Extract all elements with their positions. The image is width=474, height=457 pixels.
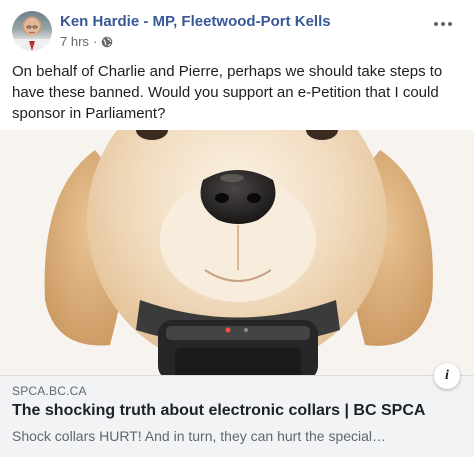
link-title[interactable]: The shocking truth about electronic coll… xyxy=(12,402,425,420)
more-options-icon[interactable] xyxy=(430,14,456,34)
post-message: On behalf of Charlie and Pierre, perhaps… xyxy=(12,63,443,122)
link-preview-image[interactable] xyxy=(0,130,474,375)
link-description: Shock collars HURT! And in turn, they ca… xyxy=(12,428,387,444)
author-avatar[interactable] xyxy=(12,11,52,51)
link-domain: SPCA.BC.CA xyxy=(12,384,87,398)
author-name[interactable]: Ken Hardie - MP, Fleetwood-Port Kells xyxy=(60,13,331,30)
globe-icon[interactable] xyxy=(101,36,113,48)
meta-separator: · xyxy=(92,34,98,49)
post-meta: 7 hrs · xyxy=(60,34,113,49)
post-header: Ken Hardie - MP, Fleetwood-Port Kells 7 … xyxy=(0,0,474,58)
info-icon[interactable]: i xyxy=(434,363,460,389)
post-time[interactable]: 7 hrs xyxy=(60,34,89,49)
link-preview-footer[interactable]: i SPCA.BC.CA The shocking truth about el… xyxy=(0,363,474,457)
